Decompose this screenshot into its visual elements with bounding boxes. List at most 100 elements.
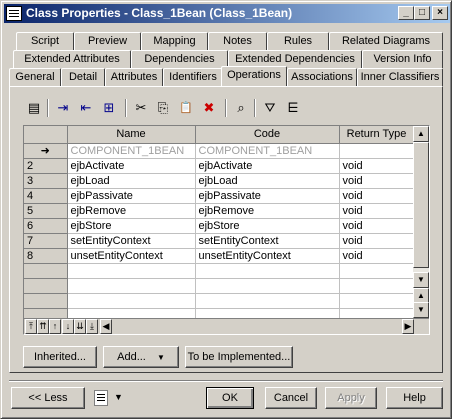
row-number[interactable]: 7 bbox=[24, 233, 68, 249]
tab-preview[interactable]: Preview bbox=[74, 32, 141, 50]
cell-return-type[interactable]: void bbox=[339, 233, 415, 249]
tab-rules[interactable]: Rules bbox=[267, 32, 329, 50]
cell-return-type[interactable]: void bbox=[339, 173, 415, 189]
move-page-down-icon[interactable]: ⇊ bbox=[74, 319, 86, 334]
empty-row[interactable] bbox=[24, 278, 415, 294]
tab-inner-classifiers[interactable]: Inner Classifiers bbox=[357, 68, 443, 86]
cell-name[interactable]: ejbActivate bbox=[67, 158, 196, 174]
scroll-down-button[interactable]: ▼ bbox=[413, 272, 429, 288]
copy-icon[interactable]: ⎘ bbox=[154, 99, 172, 117]
scroll-thumb[interactable] bbox=[413, 142, 429, 268]
cell-name[interactable]: setEntityContext bbox=[67, 233, 196, 249]
move-up-icon[interactable]: ↑ bbox=[49, 319, 61, 334]
maximize-button[interactable]: □ bbox=[414, 6, 430, 20]
tab-script[interactable]: Script bbox=[16, 32, 74, 50]
tab-dependencies[interactable]: Dependencies bbox=[131, 50, 228, 68]
row-number-header[interactable] bbox=[24, 126, 68, 144]
close-button[interactable]: × bbox=[432, 6, 448, 20]
vertical-scrollbar[interactable]: ▲ ▼ ▲ ▼ bbox=[413, 126, 429, 318]
table-row[interactable]: 4 ejbPassivate ejbPassivate void bbox=[24, 188, 415, 204]
cell-name[interactable]: ejbStore bbox=[67, 218, 196, 234]
move-page-up-icon[interactable]: ⇈ bbox=[37, 319, 49, 334]
cell-return-type[interactable]: void bbox=[339, 218, 415, 234]
paste-icon[interactable]: 📋 bbox=[177, 99, 195, 117]
current-row-arrow-icon[interactable]: ➜ bbox=[24, 143, 68, 159]
scroll-page-down-button[interactable]: ▼ bbox=[413, 302, 429, 318]
move-top-icon[interactable]: ⤒ bbox=[25, 319, 37, 334]
move-down-icon[interactable]: ↓ bbox=[62, 319, 74, 334]
tab-extended-attributes[interactable]: Extended Attributes bbox=[13, 50, 131, 68]
cell-return-type[interactable]: void bbox=[339, 188, 415, 204]
column-header-code[interactable]: Code bbox=[195, 126, 340, 144]
tab-operations[interactable]: Operations bbox=[221, 66, 287, 86]
tab-notes[interactable]: Notes bbox=[208, 32, 267, 50]
cell-code[interactable]: ejbStore bbox=[195, 218, 340, 234]
cell-name[interactable]: ejbPassivate bbox=[67, 188, 196, 204]
tab-attributes[interactable]: Attributes bbox=[105, 68, 163, 86]
cell-return-type[interactable]: void bbox=[339, 203, 415, 219]
title-bar[interactable]: Class Properties - Class_1Bean (Class_1B… bbox=[4, 4, 450, 23]
scroll-right-button[interactable]: ▶ bbox=[402, 319, 414, 334]
cancel-button[interactable]: Cancel bbox=[265, 387, 317, 409]
row-number[interactable]: 5 bbox=[24, 203, 68, 219]
ok-button[interactable]: OK bbox=[206, 387, 254, 409]
cell-code[interactable]: ejbRemove bbox=[195, 203, 340, 219]
cell-code[interactable]: ejbLoad bbox=[195, 173, 340, 189]
cell-name[interactable]: ejbLoad bbox=[67, 173, 196, 189]
column-header-return-type[interactable]: Return Type bbox=[339, 126, 415, 144]
scroll-left-button[interactable]: ◀ bbox=[100, 319, 112, 334]
cell-return-type[interactable] bbox=[339, 143, 415, 159]
help-button[interactable]: Help bbox=[386, 387, 443, 409]
clear-filter-icon[interactable]: ⋿ bbox=[284, 99, 302, 117]
cell-return-type[interactable]: void bbox=[339, 248, 415, 264]
row-number[interactable]: 4 bbox=[24, 188, 68, 204]
minimize-button[interactable]: _ bbox=[398, 6, 414, 20]
cell-name[interactable]: unsetEntityContext bbox=[67, 248, 196, 264]
add-objects-icon[interactable]: ⊞ bbox=[100, 99, 118, 117]
cell-code[interactable]: COMPONENT_1BEAN bbox=[195, 143, 340, 159]
add-row-icon[interactable]: ⇤ bbox=[77, 99, 95, 117]
cell-code[interactable]: ejbActivate bbox=[195, 158, 340, 174]
tab-identifiers[interactable]: Identifiers bbox=[163, 68, 223, 86]
table-row[interactable]: 5 ejbRemove ejbRemove void bbox=[24, 203, 415, 219]
to-be-implemented-button[interactable]: To be Implemented... bbox=[185, 346, 293, 368]
cell-code[interactable]: setEntityContext bbox=[195, 233, 340, 249]
cell-name[interactable]: ejbRemove bbox=[67, 203, 196, 219]
table-row[interactable]: 6 ejbStore ejbStore void bbox=[24, 218, 415, 234]
add-button[interactable]: Add... ▼ bbox=[103, 346, 179, 368]
empty-row[interactable] bbox=[24, 263, 415, 279]
less-button[interactable]: << Less bbox=[11, 387, 85, 409]
delete-icon[interactable]: ✖ bbox=[200, 99, 218, 117]
table-row[interactable]: ➜ COMPONENT_1BEAN COMPONENT_1BEAN bbox=[24, 143, 415, 159]
row-number[interactable]: 6 bbox=[24, 218, 68, 234]
operations-grid[interactable]: Name Code Return Type ➜ COMPONENT_1BEAN … bbox=[23, 125, 430, 335]
property-sheet-menu-icon[interactable] bbox=[94, 390, 108, 406]
tab-mapping[interactable]: Mapping bbox=[141, 32, 208, 50]
find-icon[interactable]: ⌕ bbox=[232, 99, 250, 117]
apply-button[interactable]: Apply bbox=[325, 387, 377, 409]
cell-name[interactable]: COMPONENT_1BEAN bbox=[67, 143, 196, 159]
filter-icon[interactable]: ⛛ bbox=[261, 99, 279, 117]
move-bottom-icon[interactable]: ⤓ bbox=[86, 319, 98, 334]
cut-icon[interactable]: ✂ bbox=[132, 99, 150, 117]
properties-icon[interactable]: ▤ bbox=[25, 99, 43, 117]
tab-version-info[interactable]: Version Info bbox=[362, 50, 443, 68]
inherited-button[interactable]: Inherited... bbox=[23, 346, 97, 368]
tab-related-diagrams[interactable]: Related Diagrams bbox=[329, 32, 443, 50]
table-row[interactable]: 7 setEntityContext setEntityContext void bbox=[24, 233, 415, 249]
table-row[interactable]: 8 unsetEntityContext unsetEntityContext … bbox=[24, 248, 415, 264]
scroll-up-button[interactable]: ▲ bbox=[413, 126, 429, 142]
empty-row[interactable] bbox=[24, 293, 415, 309]
tab-associations[interactable]: Associations bbox=[287, 68, 357, 86]
cell-return-type[interactable]: void bbox=[339, 158, 415, 174]
table-row[interactable]: 2 ejbActivate ejbActivate void bbox=[24, 158, 415, 174]
row-number[interactable]: 2 bbox=[24, 158, 68, 174]
insert-row-icon[interactable]: ⇥ bbox=[54, 99, 72, 117]
cell-code[interactable]: ejbPassivate bbox=[195, 188, 340, 204]
row-number[interactable]: 8 bbox=[24, 248, 68, 264]
menu-arrow-icon[interactable]: ▼ bbox=[114, 392, 123, 402]
row-number[interactable]: 3 bbox=[24, 173, 68, 189]
tab-detail[interactable]: Detail bbox=[61, 68, 105, 86]
tab-general[interactable]: General bbox=[9, 68, 61, 86]
cell-code[interactable]: unsetEntityContext bbox=[195, 248, 340, 264]
